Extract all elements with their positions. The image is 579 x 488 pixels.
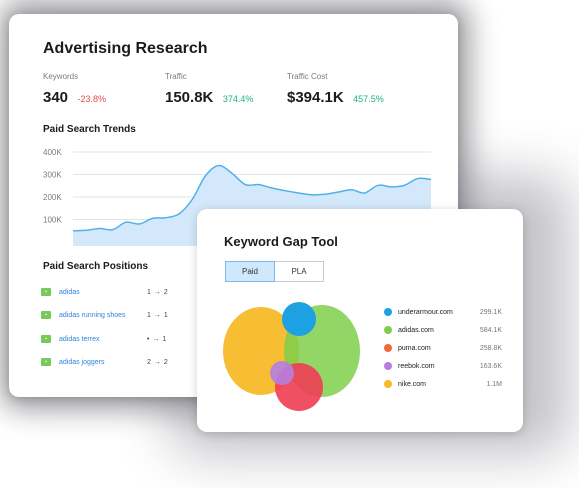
keyword-link[interactable]: adidas running shoes [59, 312, 126, 319]
metric-delta: 374.4% [222, 94, 254, 104]
y-tick-label: 200K [43, 193, 62, 202]
keyword-gap-title: Keyword Gap Tool [224, 234, 338, 249]
traffic-metric: Traffic 150.8K 374.4% [165, 72, 253, 107]
paid-search-trends-title: Paid Search Trends [43, 124, 136, 135]
table-row[interactable]: ▪ adidas 1 → 2 [41, 285, 191, 299]
position-change: • → 1 [147, 335, 167, 343]
metric-label: Traffic Cost [287, 72, 328, 81]
page-title: Advertising Research [43, 40, 208, 57]
legend-dot-icon [384, 326, 392, 334]
venn-circle-reebok [270, 361, 294, 385]
keyword-link[interactable]: adidas terrex [59, 336, 99, 343]
position-badge-icon: ▪ [41, 358, 51, 366]
legend-item[interactable]: underarmour.com 299.1K [384, 303, 502, 321]
legend-dot-icon [384, 308, 392, 316]
legend-domain: reebok.com [398, 362, 435, 370]
legend-item[interactable]: adidas.com 584.1K [384, 321, 502, 339]
legend-item[interactable]: puma.com 258.8K [384, 339, 502, 357]
metric-delta: -23.8% [77, 94, 107, 104]
legend-domain: adidas.com [398, 326, 434, 334]
legend-domain: nike.com [398, 380, 427, 388]
table-row[interactable]: ▪ adidas terrex • → 1 [41, 332, 191, 346]
table-row[interactable]: ▪ adidas joggers 2 → 2 [41, 355, 191, 369]
keyword-link[interactable]: adidas joggers [59, 359, 105, 366]
metric-label: Keywords [43, 72, 79, 81]
legend-dot-icon [384, 380, 392, 388]
paid-search-positions-title: Paid Search Positions [43, 261, 149, 272]
legend-item[interactable]: nike.com 1.1M [384, 375, 502, 393]
legend-dot-icon [384, 362, 392, 370]
legend-value: 163.6K [479, 362, 502, 370]
position-badge-icon: ▪ [41, 288, 51, 296]
position-badge-icon: ▪ [41, 335, 51, 343]
position-change: 1 → 2 [147, 288, 169, 296]
keywords-metric: Keywords 340 -23.8% [43, 72, 106, 107]
tab-pla[interactable]: PLA [275, 261, 324, 282]
legend-dot-icon [384, 344, 392, 352]
traffic-cost-metric: Traffic Cost $394.1K 457.5% [287, 72, 384, 107]
table-row[interactable]: ▪ adidas running shoes 1 → 1 [41, 308, 191, 322]
legend-domain: underarmour.com [398, 308, 453, 316]
y-tick-label: 300K [43, 171, 62, 180]
tab-paid[interactable]: Paid [225, 261, 275, 282]
keyword-gap-card: Keyword Gap Tool Paid PLA underarmour.co… [197, 209, 523, 432]
keyword-link[interactable]: adidas [59, 289, 80, 296]
legend-item[interactable]: reebok.com 163.6K [384, 357, 502, 375]
legend-value: 299.1K [479, 308, 502, 316]
metric-value: 150.8K [165, 89, 214, 106]
legend-value: 1.1M [486, 380, 502, 388]
legend-value: 584.1K [479, 326, 502, 334]
y-tick-label: 400K [43, 148, 62, 157]
metric-value: $394.1K [287, 89, 344, 106]
position-change: 1 → 1 [147, 311, 169, 319]
metric-value: 340 [43, 89, 69, 106]
metric-delta: 457.5% [353, 94, 384, 104]
metric-label: Traffic [165, 72, 187, 81]
legend-value: 258.8K [479, 344, 502, 352]
keyword-venn-diagram [223, 302, 360, 411]
tab-bar: Paid PLA [225, 261, 324, 282]
venn-legend: underarmour.com 299.1K adidas.com 584.1K… [384, 303, 502, 393]
position-change: 2 → 2 [147, 358, 169, 366]
legend-domain: puma.com [398, 344, 431, 352]
venn-circle-underarmour [282, 302, 316, 336]
y-tick-label: 100K [43, 216, 62, 225]
position-badge-icon: ▪ [41, 311, 51, 319]
